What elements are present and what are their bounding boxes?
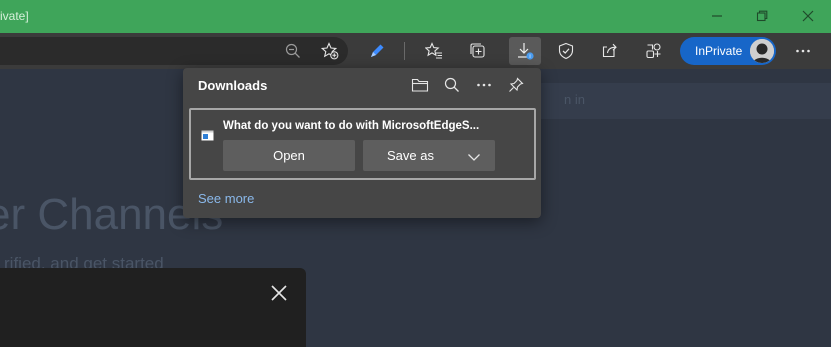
favorites-icon — [425, 42, 443, 60]
background-banner: n in — [536, 83, 831, 119]
downloads-title: Downloads — [198, 78, 268, 93]
minimize-icon — [711, 7, 723, 26]
folder-icon — [411, 77, 429, 97]
share-button[interactable] — [597, 38, 623, 64]
extensions-icon — [645, 42, 663, 60]
restore-icon — [756, 7, 768, 26]
background-banner-text: n in — [564, 92, 585, 107]
zoom-out-icon — [285, 43, 301, 59]
open-folder-button[interactable] — [409, 76, 431, 98]
collections-icon — [469, 42, 487, 60]
avatar — [750, 39, 774, 63]
toolbar-separator — [404, 42, 405, 60]
dialog-close-button[interactable] — [266, 282, 292, 308]
download-item: What do you want to do with MicrosoftEdg… — [189, 108, 536, 180]
downloads-icon: i — [515, 41, 535, 61]
see-more-link[interactable]: See more — [198, 191, 254, 206]
file-icon — [201, 126, 214, 141]
download-prompt: What do you want to do with MicrosoftEdg… — [223, 120, 480, 132]
pin-icon — [508, 77, 524, 97]
add-favorite-icon — [321, 42, 339, 60]
copilot-pen-button[interactable] — [364, 38, 390, 64]
open-button-label: Open — [273, 148, 305, 163]
zoom-out-button[interactable] — [280, 38, 306, 64]
close-icon — [270, 284, 288, 306]
more-icon — [795, 43, 811, 59]
share-icon — [601, 42, 619, 60]
close-window-button[interactable] — [794, 4, 822, 28]
extensions-button[interactable] — [641, 38, 667, 64]
downloads-button[interactable]: i — [509, 37, 541, 65]
favorites-button[interactable] — [421, 38, 447, 64]
downloads-flyout: Downloads What do you want to do with Mi… — [183, 68, 541, 218]
add-favorite-button[interactable] — [317, 38, 343, 64]
search-downloads-button[interactable] — [441, 76, 463, 98]
inprivate-button[interactable]: InPrivate — [680, 37, 776, 65]
chevron-down-icon[interactable] — [467, 150, 481, 165]
collections-button[interactable] — [465, 38, 491, 64]
search-icon — [444, 77, 460, 97]
pin-downloads-button[interactable] — [505, 76, 527, 98]
save-as-button[interactable]: Save as — [363, 140, 495, 171]
more-icon — [476, 77, 492, 97]
more-menu-button[interactable] — [790, 38, 816, 64]
title-bar: ivate] — [0, 0, 831, 33]
window-title: ivate] — [0, 9, 29, 23]
inprivate-label: InPrivate — [695, 44, 743, 58]
browser-essentials-button[interactable] — [553, 38, 579, 64]
dark-dialog — [0, 268, 306, 347]
downloads-more-button[interactable] — [473, 76, 495, 98]
browser-essentials-icon — [557, 42, 575, 60]
save-as-label: Save as — [387, 148, 434, 163]
close-icon — [802, 7, 814, 26]
copilot-pen-icon — [368, 42, 386, 60]
restore-button[interactable] — [748, 4, 776, 28]
minimize-button[interactable] — [703, 4, 731, 28]
open-button[interactable]: Open — [223, 140, 355, 171]
